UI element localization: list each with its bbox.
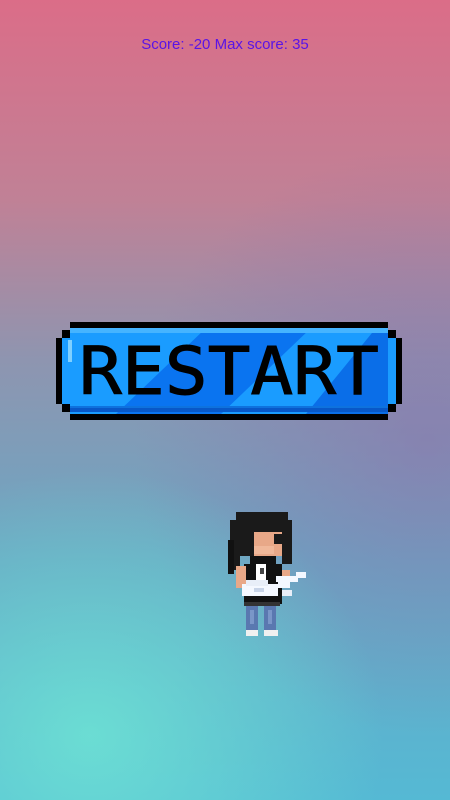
guitarist-character-icon [222, 510, 312, 640]
restart-button-label: RESTART [79, 333, 379, 410]
score-display: Score: -20 Max score: 35 [141, 36, 309, 53]
restart-button[interactable]: RESTART [56, 320, 402, 422]
